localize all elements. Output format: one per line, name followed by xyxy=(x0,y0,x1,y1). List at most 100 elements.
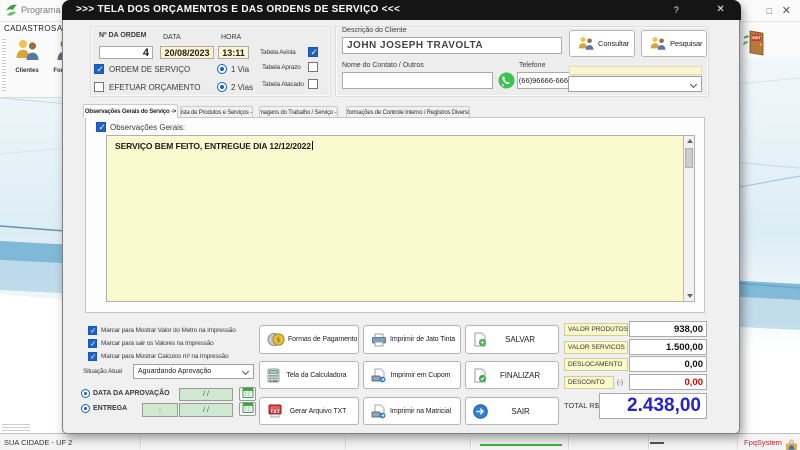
sair-label: SAIR xyxy=(491,407,558,416)
salvar-button[interactable]: SALVAR xyxy=(465,325,559,354)
phone-field[interactable]: (66)96666-6666 xyxy=(517,72,574,89)
tab-observacoes[interactable]: Observações Gerais do Serviço -> xyxy=(83,104,178,118)
calendar-icon xyxy=(242,400,254,418)
client-extra-dropdown[interactable] xyxy=(568,76,702,92)
aprovacao-calendar-button[interactable] xyxy=(239,387,256,401)
data-aprovacao-radio[interactable] xyxy=(81,389,90,398)
situacao-dropdown[interactable]: Aguardando Aprovação xyxy=(133,364,254,379)
consultar-button[interactable]: Consultar xyxy=(569,30,635,57)
via2-radio[interactable] xyxy=(217,82,227,92)
svg-text:$: $ xyxy=(276,336,280,344)
pesquisar-button[interactable]: Pesquisar xyxy=(641,30,707,57)
txt-file-icon: TXT xyxy=(267,404,283,418)
salvar-label: SALVAR xyxy=(490,335,558,344)
gerar-txt-label: Gerar Arquivo TXT xyxy=(286,408,358,415)
clientes-icon xyxy=(14,49,40,66)
observacoes-text: SERVIÇO BEM FEITO, ENTREGUE DIA 12/12/20… xyxy=(115,141,311,151)
formas-pagamento-button[interactable]: $ Formas de Pagamento xyxy=(259,325,359,354)
tabela-atacado-label: Tabela Atacado xyxy=(262,81,304,88)
highlight-field[interactable] xyxy=(569,66,702,75)
entrega-calendar-button[interactable] xyxy=(239,402,256,416)
save-icon xyxy=(473,332,487,347)
total-label: TOTAL R$ xyxy=(564,401,599,410)
finalizar-button[interactable]: FINALIZAR xyxy=(465,361,559,389)
receipt-printer-icon xyxy=(371,368,386,383)
maximize-icon[interactable]: □ xyxy=(767,3,772,19)
tela-calculadora-button[interactable]: Tela da Calculadora xyxy=(259,361,359,389)
valor-produtos-field[interactable]: 938,00 xyxy=(629,321,707,337)
imprimir-cupom-button[interactable]: Imprimir em Cupom xyxy=(363,361,461,389)
toolbar-clientes-button[interactable]: Clientes xyxy=(8,38,46,94)
statusbar-brand: FpqSystem xyxy=(744,438,782,447)
observacoes-gerais-checkbox[interactable] xyxy=(96,122,106,132)
desconto-label: DESCONTO xyxy=(564,376,614,389)
chevron-down-icon xyxy=(690,81,697,88)
tabela-aprazo-checkbox[interactable] xyxy=(308,62,318,72)
gerar-txt-button[interactable]: TXT Gerar Arquivo TXT xyxy=(259,397,359,425)
data-aprovacao-field[interactable]: / / xyxy=(179,388,233,401)
scroll-thumb[interactable] xyxy=(685,148,693,168)
mostrar-valor-metro-checkbox[interactable] xyxy=(88,326,97,335)
observacoes-gerais-label: Observações Gerais: xyxy=(110,123,185,132)
svg-text:EXIT: EXIT xyxy=(752,36,761,40)
desconto-prefix: (-) xyxy=(617,379,623,386)
pesquisar-people-icon xyxy=(649,36,667,51)
via1-radio[interactable] xyxy=(217,64,227,74)
via2-label: 2 Vias xyxy=(231,83,253,92)
order-number-field[interactable]: 4 xyxy=(99,46,153,59)
tabela-avista-checkbox[interactable] xyxy=(308,47,318,57)
mostrar-valor-metro-label: Marcar para Mostrar Valor do Metro na Im… xyxy=(101,327,236,334)
consultar-label: Consultar xyxy=(598,39,637,48)
sair-valores-checkbox[interactable] xyxy=(88,339,97,348)
coins-icon: $ xyxy=(267,332,285,347)
dialog-help-button[interactable]: ? xyxy=(674,0,679,20)
client-description-field[interactable]: JOHN JOSEPH TRAVOLTA xyxy=(342,37,562,54)
entrega-time-field[interactable]: : xyxy=(142,403,178,417)
toolbar-grip xyxy=(2,39,6,93)
whatsapp-icon[interactable] xyxy=(498,72,515,94)
tabela-atacado-checkbox[interactable] xyxy=(308,79,318,89)
chevron-down-icon xyxy=(242,368,249,375)
data-aprovacao-label: DATA DA APROVAÇÃO xyxy=(93,390,170,397)
valor-servicos-label: VALOR SERVICOS xyxy=(564,341,628,354)
observacoes-textarea[interactable]: SERVIÇO BEM FEITO, ENTREGUE DIA 12/12/20… xyxy=(106,135,695,302)
formas-pagamento-label: Formas de Pagamento xyxy=(288,336,365,343)
sair-button[interactable]: SAIR xyxy=(465,397,559,425)
imprimir-matricial-button[interactable]: Imprimir na Matricial xyxy=(363,397,461,425)
ordem-servico-label: ORDEM DE SERVIÇO xyxy=(109,65,190,74)
deslocamento-label: DESLOCAMENTO xyxy=(564,358,628,371)
imprimir-jato-label: Imprimir de Jato Tinta xyxy=(390,336,463,343)
entrega-label: ENTREGA xyxy=(93,405,127,412)
mostrar-calculos-checkbox[interactable] xyxy=(88,352,97,361)
statusbar-location: SUA CIDADE - UF 2 xyxy=(4,438,72,447)
close-icon[interactable]: ✕ xyxy=(782,3,791,19)
scroll-down-icon[interactable] xyxy=(687,294,693,298)
tabela-aprazo-label: Tabela Aprazo xyxy=(262,64,301,71)
calculator-icon xyxy=(267,368,280,383)
order-date-field[interactable]: 20/08/2023 xyxy=(160,46,214,59)
entrega-radio[interactable] xyxy=(81,404,90,413)
desconto-field[interactable]: 0,00 xyxy=(629,374,707,390)
order-time-field[interactable]: 13:11 xyxy=(218,46,249,59)
deslocamento-field[interactable]: 0,00 xyxy=(629,356,707,372)
client-description-label: Descrição do Cliente xyxy=(342,27,407,34)
ordem-servico-checkbox[interactable] xyxy=(94,64,104,74)
mostrar-calculos-label: Marcar para Mostrar Calculos m² na Impre… xyxy=(101,353,228,360)
entrega-date-field[interactable]: / / xyxy=(179,403,233,417)
finalize-icon xyxy=(473,368,487,383)
matrix-printer-icon xyxy=(371,404,386,419)
app-toolbar-right: EXIT xyxy=(740,22,800,58)
scroll-up-icon[interactable] xyxy=(687,139,693,143)
textarea-scrollbar[interactable] xyxy=(683,136,694,301)
efetuar-orcamento-checkbox[interactable] xyxy=(94,82,104,92)
imprimir-jato-button[interactable]: Imprimir de Jato Tinta xyxy=(363,325,461,354)
exit-door-icon[interactable]: EXIT xyxy=(742,29,768,61)
menu-cadastros[interactable]: CADASTROS xyxy=(4,24,57,33)
dialog-close-icon[interactable]: ✕ xyxy=(716,0,725,20)
dialog-titlebar: >>> TELA DOS ORÇAMENTOS E DAS ORDENS DE … xyxy=(62,0,741,20)
imprimir-matricial-label: Imprimir na Matricial xyxy=(389,408,460,415)
finalizar-label: FINALIZAR xyxy=(490,371,558,380)
valor-servicos-field[interactable]: 1.500,00 xyxy=(629,339,707,355)
sair-valores-label: Marcar para sair os Valores na Impressão xyxy=(101,340,214,347)
contact-name-field[interactable] xyxy=(342,72,493,89)
